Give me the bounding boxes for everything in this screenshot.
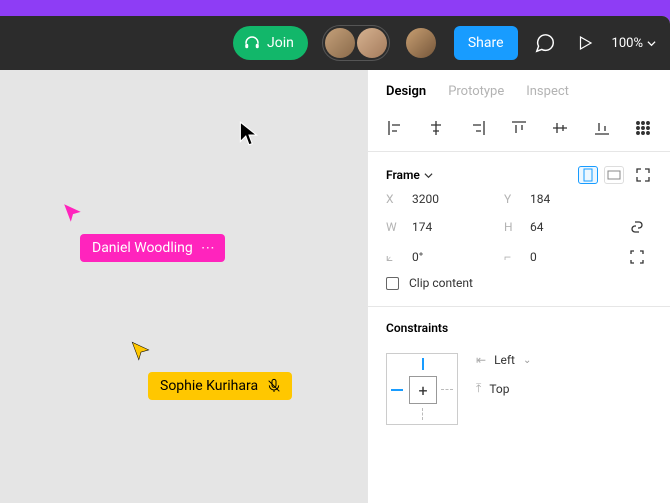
headset-icon (243, 34, 261, 52)
design-panel: Design Prototype Inspect Frame (367, 70, 670, 503)
panel-tabs: Design Prototype Inspect (368, 70, 670, 109)
toolbar: Join Share 100% (0, 16, 670, 70)
orientation-toggle[interactable] (578, 166, 624, 184)
clip-label: Clip content (409, 276, 473, 290)
join-button[interactable]: Join (233, 26, 308, 60)
w-value[interactable]: 174 (412, 220, 432, 234)
multiplayer-cursor: Sophie Kurihara (130, 340, 292, 400)
radius-value[interactable]: 0 (530, 250, 537, 264)
y-label: Y (504, 192, 518, 206)
align-left-icon[interactable] (386, 119, 404, 137)
more-icon[interactable]: ⋯ (201, 240, 215, 256)
frame-properties: X 3200 Y 184 W 174 H 64 ⟀ 0° ⌐ 0 (368, 192, 670, 266)
user-name: Daniel Woodling (92, 240, 193, 256)
align-right-icon[interactable] (469, 119, 487, 137)
v-arrow-icon: ⤒ (476, 381, 481, 396)
constraint-vertical[interactable]: ⤒ Top (476, 381, 531, 396)
h-value[interactable]: 64 (530, 220, 544, 234)
alignment-row (368, 109, 670, 149)
comment-icon[interactable] (532, 30, 558, 56)
tab-inspect[interactable]: Inspect (526, 84, 569, 109)
cursor-icon (62, 202, 84, 224)
w-label: W (386, 220, 400, 234)
x-label: X (386, 192, 400, 206)
workspace: Daniel Woodling ⋯ Sophie Kurihara Design… (0, 70, 670, 503)
align-vcenter-icon[interactable] (551, 119, 569, 137)
chevron-down-icon (647, 39, 656, 48)
rotation-icon: ⟀ (386, 250, 400, 265)
frame-section-title[interactable]: Frame (386, 168, 433, 182)
clip-checkbox[interactable] (386, 277, 399, 290)
mouse-cursor-icon (238, 120, 260, 148)
user-chip[interactable]: Daniel Woodling ⋯ (80, 234, 225, 262)
avatar-group[interactable] (322, 25, 390, 61)
constraints-title: Constraints (368, 309, 670, 339)
rotation-value[interactable]: 0° (412, 250, 423, 264)
user-chip[interactable]: Sophie Kurihara (148, 372, 292, 400)
zoom-selector[interactable]: 100% (612, 36, 656, 51)
h-label: H (504, 220, 518, 234)
cursor-icon (130, 340, 152, 362)
constraints-box[interactable]: + (386, 353, 458, 425)
chevron-down-icon (424, 171, 433, 180)
resize-fit-icon[interactable] (634, 166, 652, 184)
user-name: Sophie Kurihara (160, 378, 258, 394)
align-bottom-icon[interactable] (593, 119, 611, 137)
avatar[interactable] (357, 28, 387, 58)
share-button[interactable]: Share (454, 26, 518, 60)
h-arrow-icon: ⇤ (476, 353, 486, 367)
link-dimensions-icon[interactable] (628, 218, 646, 236)
constraints-section: + ⇤ Left ⌄ ⤒ Top (368, 339, 670, 439)
avatar[interactable] (325, 28, 355, 58)
x-value[interactable]: 3200 (412, 192, 439, 206)
tab-design[interactable]: Design (386, 84, 426, 109)
constraint-horizontal[interactable]: ⇤ Left ⌄ (476, 353, 531, 367)
multiplayer-cursor: Daniel Woodling ⋯ (62, 202, 225, 262)
play-icon[interactable] (572, 30, 598, 56)
mic-muted-icon (266, 378, 282, 394)
tidy-icon[interactable] (634, 119, 652, 137)
chevron-down-icon: ⌄ (523, 355, 531, 366)
independent-corners-icon[interactable] (628, 248, 646, 266)
canvas[interactable]: Daniel Woodling ⋯ Sophie Kurihara (0, 70, 367, 503)
clip-content-row[interactable]: Clip content (368, 266, 670, 304)
y-value[interactable]: 184 (530, 192, 550, 206)
join-label: Join (267, 35, 294, 51)
tab-prototype[interactable]: Prototype (448, 84, 504, 109)
align-hcenter-icon[interactable] (427, 119, 445, 137)
app-window: Join Share 100% Daniel Woodling (0, 16, 670, 503)
align-top-icon[interactable] (510, 119, 528, 137)
radius-icon: ⌐ (504, 250, 518, 264)
zoom-value: 100% (612, 36, 643, 51)
avatar[interactable] (406, 28, 436, 58)
